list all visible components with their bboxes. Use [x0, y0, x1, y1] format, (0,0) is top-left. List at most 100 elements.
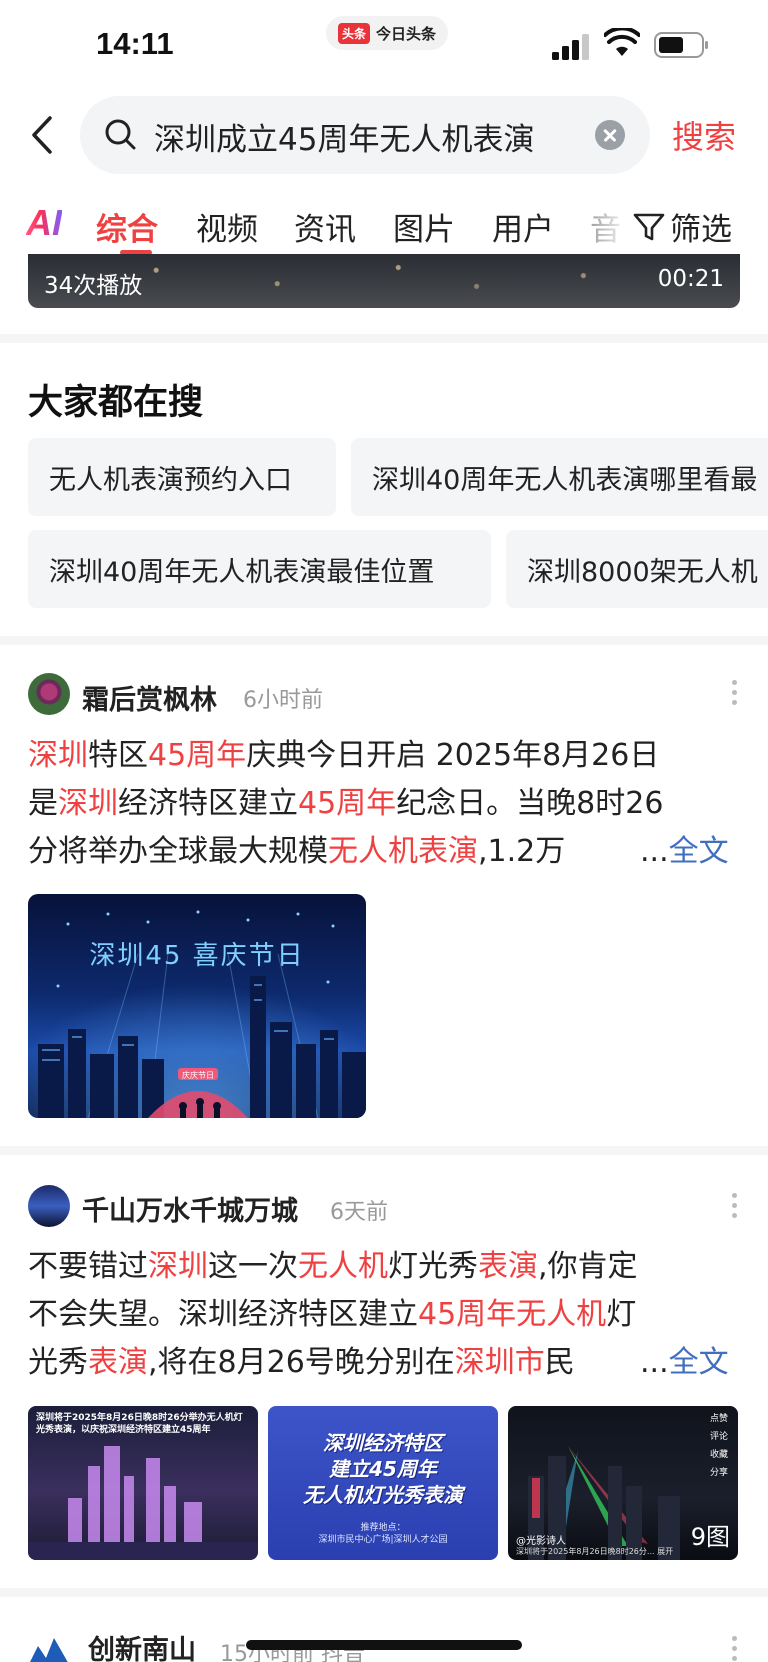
body-text: ,1.2万: [478, 834, 566, 869]
section-divider: [0, 636, 768, 645]
expand-fulltext-link[interactable]: ...全文: [636, 828, 729, 876]
more-options-icon[interactable]: [732, 1193, 738, 1221]
avatar[interactable]: [28, 1185, 70, 1227]
body-text: 庆典今日开启 2025年8月26日: [246, 738, 660, 773]
post-image[interactable]: 庆庆节日 深圳45 喜庆节日: [28, 894, 366, 1118]
thumb-title-line: 建立45周年: [329, 1457, 437, 1481]
body-text: 分将举办全球最大规模: [28, 834, 328, 869]
highlight-text: 表演: [478, 1249, 538, 1284]
highlight-text: 45周年: [298, 786, 397, 821]
post-image-thumb[interactable]: 点赞 评论 收藏 分享 @光影诗人 深圳将于2025年8月26日晚8时26分..…: [508, 1406, 738, 1560]
tab-news[interactable]: 资讯: [294, 204, 356, 249]
home-indicator[interactable]: [246, 1640, 522, 1650]
highlight-text: 深圳: [58, 786, 118, 821]
body-text: 是: [28, 786, 58, 821]
body-text: ,将在8月26号晚分别在: [148, 1345, 455, 1380]
result-tabs: AI 综合 视频 资讯 图片 用户 音 筛选: [0, 196, 768, 256]
search-button[interactable]: 搜索: [672, 112, 736, 158]
ellipsis: ...: [640, 834, 669, 869]
thumb-subtitle: 深圳市民中心广场|深圳人才公园: [318, 1535, 448, 1545]
thumb-title-line: 深圳经济特区: [323, 1431, 443, 1455]
body-text: 纪念日。当晚8时26: [396, 786, 664, 821]
trending-chip[interactable]: 深圳8000架无人机: [506, 530, 768, 608]
ellipsis: ...: [640, 1345, 669, 1380]
pink-tower-image: 深圳将于2025年8月26日晚8时26分举办无人机灯光秀表演，以庆祝深圳经济特区…: [28, 1413, 258, 1560]
search-input[interactable]: 深圳成立45周年无人机表演: [80, 96, 650, 174]
like-label: 点赞: [709, 1414, 728, 1424]
post-line: 光秀表演,将在8月26号晚分别在深圳市民: [28, 1339, 740, 1387]
highlight-text: 深圳: [28, 738, 88, 773]
body-text: 不会失望。深圳经济特区建立: [28, 1297, 418, 1332]
night-skyline-drone-image: 庆庆节日 深圳45 喜庆节日: [28, 894, 366, 1118]
tab-images[interactable]: 图片: [393, 204, 455, 249]
tab-comprehensive[interactable]: 综合: [96, 204, 158, 249]
fulltext-label: 全文: [668, 834, 729, 869]
video-handle: @光影诗人: [516, 1536, 566, 1547]
section-divider: [0, 1146, 768, 1155]
avatar[interactable]: [28, 673, 70, 715]
image-badge-text: 庆庆节日: [182, 1070, 214, 1080]
post-line: 是深圳经济特区建立45周年纪念日。当晚8时26: [28, 780, 740, 828]
image-count-badge: 9图: [690, 1523, 730, 1551]
body-text: 不要错过: [28, 1249, 148, 1284]
trending-chip[interactable]: 深圳40周年无人机表演最佳位置: [28, 530, 491, 608]
post-time: 6小时前: [243, 688, 323, 713]
post-image-thumb[interactable]: 深圳将于2025年8月26日晚8时26分举办无人机灯光秀表演，以庆祝深圳经济特区…: [28, 1406, 258, 1560]
filter-icon: [633, 213, 665, 240]
app-indicator-pill[interactable]: 头条 今日头条: [326, 16, 449, 50]
post-line: 不会失望。深圳经济特区建立45周年无人机灯: [28, 1291, 740, 1339]
thumb-title-line: 无人机灯光秀表演: [303, 1483, 463, 1507]
post-body[interactable]: 深圳特区45周年庆典今日开启 2025年8月26日 是深圳经济特区建立45周年纪…: [28, 732, 740, 876]
video-caption: 深圳将于2025年8月26日晚8时26分... 展开: [516, 1547, 674, 1556]
clear-search-icon[interactable]: [595, 120, 625, 150]
search-icon: [105, 119, 136, 150]
section-divider: [0, 334, 768, 343]
trending-chip[interactable]: 无人机表演预约入口: [28, 438, 336, 516]
body-text: 这一次: [208, 1249, 298, 1284]
author-name[interactable]: 霜后赏枫林: [82, 678, 217, 717]
fulltext-label: 全文: [668, 1345, 729, 1380]
body-text: ,你肯定: [538, 1249, 638, 1284]
highlight-text: 深圳市: [454, 1345, 545, 1380]
search-query-text[interactable]: 深圳成立45周年无人机表演: [154, 114, 534, 159]
trending-chip[interactable]: 深圳40周年无人机表演哪里看最: [351, 438, 768, 516]
highlight-text: 45周年: [148, 738, 247, 773]
video-play-count: 34次播放: [44, 273, 143, 299]
post-line: 深圳特区45周年庆典今日开启 2025年8月26日: [28, 732, 740, 780]
tab-ai[interactable]: AI: [26, 202, 62, 244]
tab-video[interactable]: 视频: [196, 204, 258, 249]
collect-label: 收藏: [709, 1450, 728, 1460]
highlight-text: 深圳: [148, 1249, 208, 1284]
highlight-text: 45周年无人机: [418, 1297, 607, 1332]
trending-title: 大家都在搜: [28, 383, 204, 423]
toutiao-logo-icon: 头条: [338, 22, 371, 44]
back-arrow-icon[interactable]: [26, 112, 62, 158]
app-name: 今日头条: [376, 24, 437, 43]
wifi-icon: [604, 28, 640, 56]
post-image-thumb[interactable]: 深圳经济特区 建立45周年 无人机灯光秀表演 推荐地点： 深圳市民中心广场|深圳…: [268, 1406, 498, 1560]
status-bar: 14:11 头条 今日头条: [0, 0, 768, 90]
video-card[interactable]: 34次播放 00:21: [28, 254, 740, 308]
highlight-text: 无人机: [298, 1249, 388, 1284]
expand-fulltext-link[interactable]: ...全文: [636, 1339, 729, 1387]
more-options-icon[interactable]: [732, 680, 738, 708]
author-name[interactable]: 创新南山: [88, 1628, 196, 1662]
chuangxin-nanshan-logo-icon[interactable]: [28, 1628, 70, 1662]
filter-button[interactable]: 筛选: [620, 204, 732, 249]
thumb-subtitle: 推荐地点：: [360, 1523, 406, 1533]
video-duration: 00:21: [657, 266, 724, 292]
highlight-text: 表演: [88, 1345, 148, 1380]
body-text: 光秀: [28, 1345, 88, 1380]
more-options-icon[interactable]: [732, 1636, 738, 1662]
post-line: 不要错过深圳这一次无人机灯光秀表演,你肯定: [28, 1243, 740, 1291]
post-body[interactable]: 不要错过深圳这一次无人机灯光秀表演,你肯定 不会失望。深圳经济特区建立45周年无…: [28, 1243, 740, 1387]
filter-label: 筛选: [670, 212, 732, 248]
post-line: 分将举办全球最大规模无人机表演,1.2万: [28, 828, 740, 876]
cellular-signal-icon: [552, 34, 589, 60]
body-text: 经济特区建立: [118, 786, 298, 821]
body-text: 民: [544, 1345, 575, 1380]
body-text: 灯光秀: [388, 1249, 478, 1284]
tab-users[interactable]: 用户: [492, 204, 554, 249]
author-name[interactable]: 千山万水千城万城: [82, 1189, 298, 1228]
highlight-text: 无人机表演: [328, 834, 478, 869]
